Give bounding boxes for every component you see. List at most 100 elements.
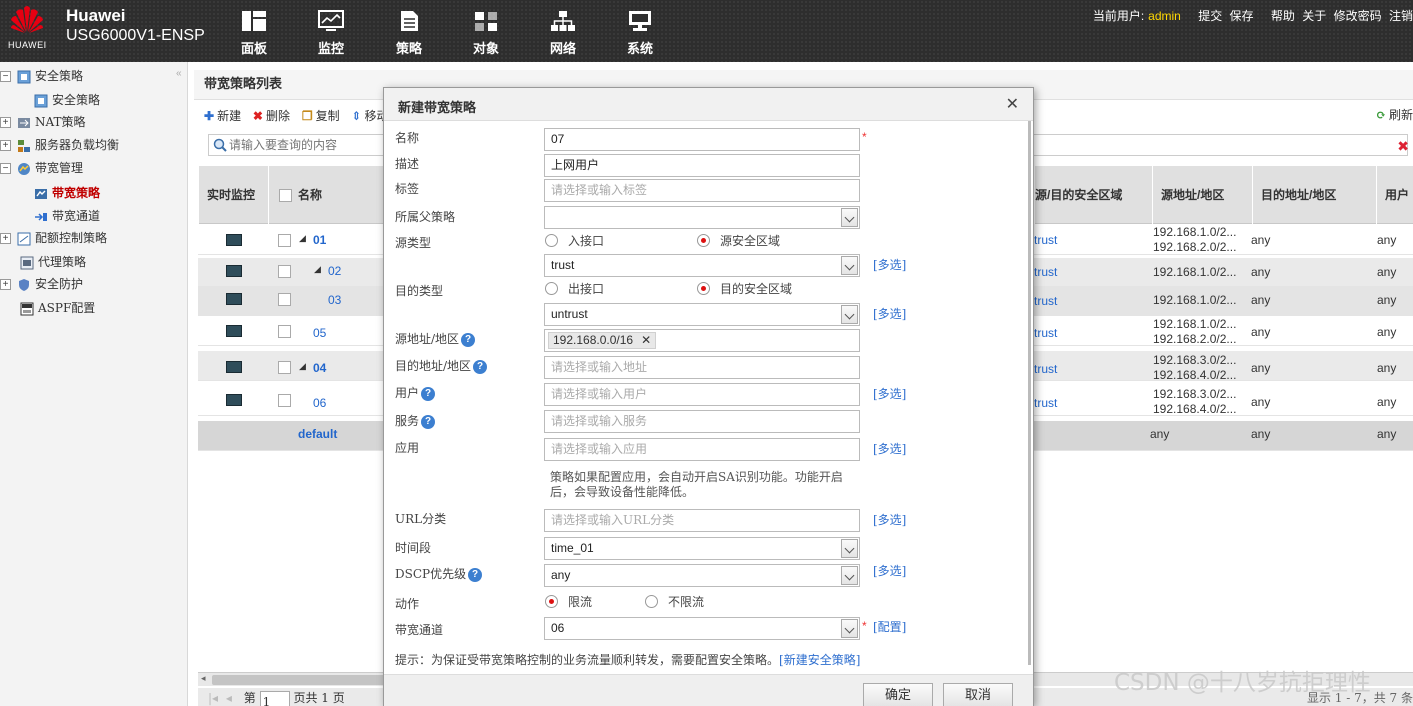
refresh-button[interactable]: ⟳ 刷新 [1376, 106, 1413, 123]
tree-bandwidth-channel[interactable]: 带宽通道 [34, 206, 100, 226]
row-checkbox[interactable] [278, 234, 291, 247]
user-multiselect-link[interactable]: [多选] [873, 385, 906, 402]
row-checkbox[interactable] [278, 265, 291, 278]
nav-network[interactable]: 网络 [541, 10, 585, 58]
about-link[interactable]: 关于 [1302, 9, 1326, 23]
action-nolimit-radio[interactable] [645, 595, 658, 608]
prev-page-icon[interactable]: ◂ [226, 691, 232, 705]
tree-server-load-balancing[interactable]: + 服务器负载均衡 [0, 135, 119, 155]
chevron-down-icon[interactable] [841, 619, 858, 638]
tree-toggle[interactable]: + [0, 279, 11, 290]
help-icon[interactable]: ? [421, 414, 436, 429]
nav-dashboard[interactable]: 面板 [232, 10, 276, 58]
collapse-sidebar-icon[interactable]: « [176, 68, 182, 79]
url-category-field[interactable]: 请选择或输入URL分类 [544, 509, 860, 532]
destination-zone-multiselect-link[interactable]: [多选] [873, 305, 906, 322]
src-interface-radio[interactable] [545, 234, 558, 247]
tree-quota-control-policy[interactable]: + 配额控制策略 [0, 228, 107, 248]
dst-interface-radio[interactable] [545, 282, 558, 295]
url-multiselect-link[interactable]: [多选] [873, 511, 906, 528]
help-icon[interactable]: ? [461, 332, 476, 347]
destination-address-field[interactable]: 请选择或输入地址 [544, 356, 860, 379]
policy-name-link[interactable]: 03 [328, 293, 341, 307]
source-zone-select[interactable]: trust [544, 254, 860, 277]
new-button[interactable]: ✚ 新建 [204, 106, 241, 126]
policy-name-link[interactable]: 04 [313, 361, 326, 375]
source-address-field[interactable]: 192.168.0.0/16 ✕ [544, 329, 860, 352]
chevron-down-icon[interactable] [841, 539, 858, 558]
realtime-monitor-icon[interactable] [226, 293, 242, 305]
name-field[interactable]: 07 [544, 128, 860, 151]
realtime-monitor-icon[interactable] [226, 361, 242, 373]
tree-nat-policy[interactable]: + NAT策略 [0, 112, 86, 132]
help-link[interactable]: 帮助 [1271, 9, 1295, 23]
copy-button[interactable]: ❐ 复制 [302, 106, 340, 126]
configure-channel-link[interactable]: [配置] [873, 618, 906, 635]
scrollbar-thumb[interactable] [212, 675, 392, 685]
source-zone-multiselect-link[interactable]: [多选] [873, 256, 906, 273]
policy-name-link[interactable]: 02 [328, 264, 341, 278]
first-page-icon[interactable]: |◂ [208, 691, 218, 705]
row-checkbox[interactable] [278, 361, 291, 374]
tree-toggle[interactable]: + [0, 140, 11, 151]
help-icon[interactable]: ? [468, 567, 483, 582]
policy-name-link[interactable]: default [298, 427, 337, 441]
chevron-down-icon[interactable] [841, 566, 858, 585]
new-security-policy-link[interactable]: [新建安全策略] [779, 653, 860, 667]
nav-objects[interactable]: 对象 [464, 10, 508, 58]
close-icon[interactable]: ✕ [1006, 94, 1019, 114]
select-all-checkbox[interactable] [279, 189, 292, 203]
row-checkbox[interactable] [278, 293, 291, 306]
policy-name-link[interactable]: 01 [313, 233, 326, 247]
policy-name-link[interactable]: 05 [313, 326, 326, 340]
realtime-monitor-icon[interactable] [226, 394, 242, 406]
application-field[interactable]: 请选择或输入应用 [544, 438, 860, 461]
action-limit-radio[interactable] [545, 595, 558, 608]
src-zone-radio[interactable] [697, 234, 710, 247]
logout-link[interactable]: 注销 [1389, 9, 1413, 23]
help-icon[interactable]: ? [421, 386, 436, 401]
bandwidth-channel-select[interactable]: 06 [544, 617, 860, 640]
clear-filter-icon[interactable]: ✖ [1397, 138, 1409, 155]
dscp-select[interactable]: any [544, 564, 860, 587]
expand-triangle-icon[interactable]: ◢ [314, 264, 321, 275]
chevron-down-icon[interactable] [841, 208, 858, 227]
tree-security-policy[interactable]: 安全策略 [34, 90, 100, 110]
nav-system[interactable]: 系统 [618, 10, 662, 58]
tree-toggle[interactable]: + [0, 117, 11, 128]
row-checkbox[interactable] [278, 394, 291, 407]
nav-monitor[interactable]: 监控 [309, 10, 353, 58]
tree-bandwidth-management[interactable]: − 带宽管理 [0, 158, 83, 178]
remove-tag-icon[interactable]: ✕ [641, 333, 651, 347]
application-multiselect-link[interactable]: [多选] [873, 440, 906, 457]
tree-security-policy-group[interactable]: − 安全策略 [0, 66, 83, 86]
tree-bandwidth-policy[interactable]: 带宽策略 [34, 183, 100, 203]
cancel-button[interactable]: 取消 [943, 683, 1013, 706]
tree-proxy-policy[interactable]: 代理策略 [20, 252, 86, 272]
submit-link[interactable]: 提交 [1198, 9, 1222, 23]
description-field[interactable]: 上网用户 [544, 154, 860, 177]
chevron-down-icon[interactable] [841, 256, 858, 275]
policy-name-link[interactable]: 06 [313, 396, 326, 410]
parent-policy-select[interactable] [544, 206, 860, 229]
nav-policy[interactable]: 策略 [387, 10, 431, 58]
realtime-monitor-icon[interactable] [226, 234, 242, 246]
realtime-monitor-icon[interactable] [226, 325, 242, 337]
row-checkbox[interactable] [278, 325, 291, 338]
chevron-down-icon[interactable] [841, 305, 858, 324]
col-name[interactable]: 名称 [268, 166, 384, 224]
help-icon[interactable]: ? [473, 359, 488, 374]
tree-toggle[interactable]: − [0, 163, 11, 174]
time-range-select[interactable]: time_01 [544, 537, 860, 560]
scroll-left-icon[interactable]: ◂ [201, 673, 206, 684]
page-number-input[interactable]: 1 [259, 690, 290, 706]
save-link[interactable]: 保存 [1230, 9, 1254, 23]
dialog-scrollbar[interactable] [1028, 121, 1031, 665]
tree-toggle[interactable]: − [0, 71, 11, 82]
dst-zone-radio[interactable] [697, 282, 710, 295]
service-field[interactable]: 请选择或输入服务 [544, 410, 860, 433]
expand-triangle-icon[interactable]: ◢ [299, 361, 306, 372]
ok-button[interactable]: 确定 [863, 683, 933, 706]
tree-aspf-config[interactable]: ASPF配置 [20, 298, 95, 318]
user-field[interactable]: 请选择或输入用户 [544, 383, 860, 406]
